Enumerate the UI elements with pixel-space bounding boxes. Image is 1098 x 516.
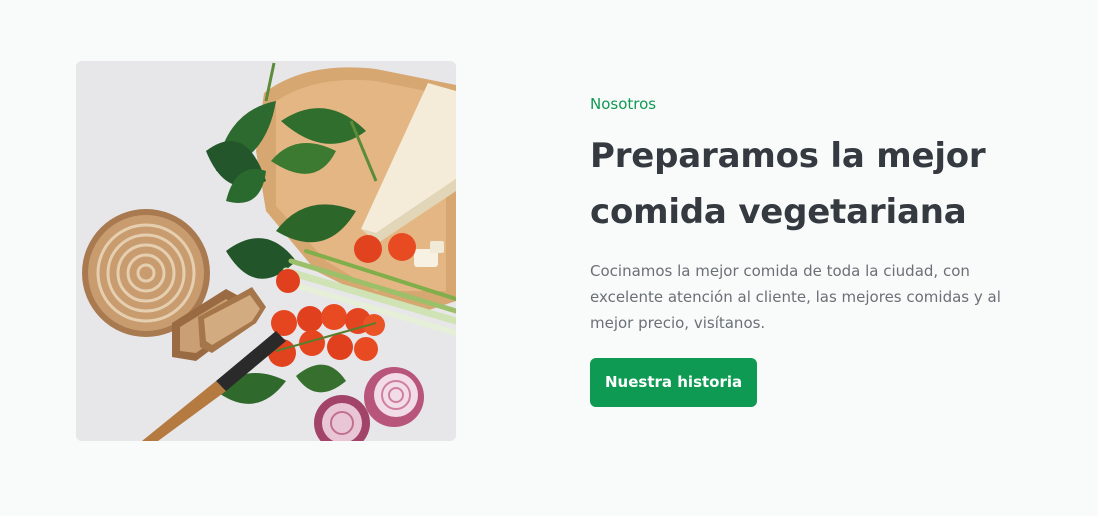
heading-line-1: Preparamos la mejor xyxy=(590,136,986,176)
about-section: Nosotros Preparamos la mejor comida vege… xyxy=(0,0,1098,516)
vegetarian-food-photo xyxy=(76,61,456,441)
our-story-button[interactable]: Nuestra historia xyxy=(590,358,758,407)
section-description: Cocinamos la mejor comida de toda la ciu… xyxy=(590,262,1001,332)
about-content: Nosotros Preparamos la mejor comida vege… xyxy=(590,92,1020,407)
section-heading: Preparamos la mejor comida vegetariana xyxy=(590,128,1020,240)
section-eyebrow: Nosotros xyxy=(590,95,657,113)
heading-line-2: comida vegetariana xyxy=(590,192,967,232)
